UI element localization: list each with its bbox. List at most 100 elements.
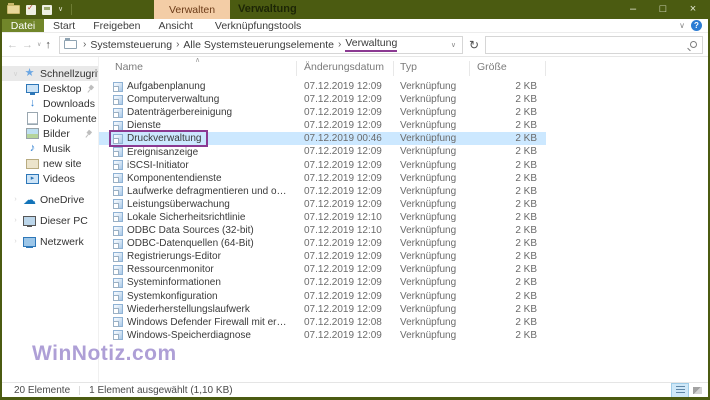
- qat-properties-icon[interactable]: [26, 3, 36, 15]
- breadcrumb-item[interactable]: Systemsteuerung: [90, 39, 172, 51]
- back-arrow-icon[interactable]: ←: [7, 39, 18, 51]
- breadcrumb-item[interactable]: Alle Systemsteuerungselemente: [183, 39, 334, 51]
- table-row[interactable]: Leistungsüberwachung 07.12.2019 12:09 Verk…: [99, 198, 546, 211]
- qat-customize-chevron-icon[interactable]: ∨: [58, 0, 63, 19]
- tab-freigeben[interactable]: Freigeben: [84, 19, 149, 32]
- file-name: ODBC-Datenquellen (64-Bit): [127, 238, 254, 250]
- file-name: Registrierungs-Editor: [127, 251, 221, 263]
- file-date: 07.12.2019 12:09: [304, 303, 382, 315]
- file-type: Verknüpfung: [400, 81, 457, 92]
- sidebar-item-musik[interactable]: ♪ Musik: [2, 141, 98, 156]
- sidebar-item-dokumente[interactable]: Dokumente: [2, 111, 98, 126]
- file-name-cell: Wiederherstellungslaufwerk: [111, 303, 255, 316]
- expand-chevron-icon[interactable]: ›: [12, 196, 19, 203]
- file-name: iSCSI-Initiator: [127, 159, 189, 171]
- table-row[interactable]: ODBC-Datenquellen (64-Bit) 07.12.2019 12:…: [99, 237, 546, 250]
- sidebar-item-bilder[interactable]: Bilder: [2, 126, 98, 141]
- file-size: 2 KB: [515, 238, 537, 250]
- sidebar-item-netzwerk[interactable]: › Netzwerk: [2, 234, 98, 249]
- column-separator[interactable]: [469, 61, 470, 76]
- help-icon[interactable]: ?: [691, 20, 702, 31]
- table-row[interactable]: Systeminformationen 07.12.2019 12:09 Verkn…: [99, 276, 546, 289]
- column-separator[interactable]: [545, 61, 546, 76]
- column-header-size[interactable]: Größe: [477, 61, 507, 73]
- file-name: Datenträgerbereinigung: [127, 107, 233, 119]
- expand-chevron-icon[interactable]: ∨: [12, 70, 19, 78]
- file-shortcut-icon: [113, 94, 123, 105]
- table-row[interactable]: Windows Defender Firewall mit erweiterte…: [99, 316, 546, 329]
- column-header-type[interactable]: Typ: [400, 61, 417, 73]
- large-icons-view-icon: [692, 386, 702, 394]
- table-row[interactable]: Computerverwaltung 07.12.2019 12:09 Verknü…: [99, 93, 546, 106]
- sidebar-item-new-site[interactable]: new site: [2, 156, 98, 171]
- tab-ansicht[interactable]: Ansicht: [149, 19, 201, 32]
- maximize-button[interactable]: □: [648, 0, 678, 19]
- table-row[interactable]: Ressourcenmonitor 07.12.2019 12:09 Verknüp…: [99, 263, 546, 276]
- refresh-icon[interactable]: ↻: [463, 38, 485, 52]
- sidebar-item-label: Schnellzugriff: [40, 67, 99, 80]
- this-pc-icon: [23, 215, 36, 227]
- sidebar-item-downloads[interactable]: ↓ Downloads: [2, 96, 98, 111]
- sidebar-item-videos[interactable]: Videos: [2, 171, 98, 186]
- file-list: ∧ Name Änderungsdatum Typ Größe Aufgaben…: [99, 57, 708, 382]
- forward-arrow-icon[interactable]: →: [22, 39, 33, 51]
- file-name-cell: Druckverwaltung: [108, 130, 209, 148]
- table-row[interactable]: iSCSI-Initiator 07.12.2019 12:09 Verknüpfu…: [99, 159, 546, 172]
- file-type: Verknüpfung: [400, 277, 457, 289]
- up-arrow-icon[interactable]: ↑: [45, 39, 51, 51]
- contextual-tab-group-header[interactable]: Verwalten: [154, 0, 230, 19]
- sidebar-item-desktop[interactable]: Desktop: [2, 81, 98, 96]
- table-row[interactable]: Ereignisanzeige 07.12.2019 12:09 Verknüpfu…: [99, 145, 546, 158]
- tab-datei[interactable]: Datei: [2, 19, 44, 32]
- table-row[interactable]: Komponentendienste 07.12.2019 12:09 Verknü…: [99, 172, 546, 185]
- table-row[interactable]: Datenträgerbereinigung 07.12.2019 12:09 Ve…: [99, 106, 546, 119]
- table-row[interactable]: Systemkonfiguration 07.12.2019 12:09 Verkn…: [99, 290, 546, 303]
- file-shortcut-icon: [113, 264, 123, 275]
- explorer-app-icon: [7, 3, 20, 14]
- column-separator[interactable]: [296, 61, 297, 76]
- table-row[interactable]: Wiederherstellungslaufwerk 07.12.2019 12:…: [99, 303, 546, 316]
- table-row[interactable]: Registrierungs-Editor 07.12.2019 12:09 Ver…: [99, 250, 546, 263]
- close-button[interactable]: ×: [678, 0, 708, 19]
- table-row[interactable]: Laufwerke defragmentieren und optimieren…: [99, 185, 546, 198]
- table-row[interactable]: Aufgabenplanung 07.12.2019 12:09 Verknüpfu…: [99, 80, 546, 93]
- history-chevron-icon[interactable]: ∨: [37, 41, 41, 48]
- tab-start[interactable]: Start: [44, 19, 84, 32]
- breadcrumb-item[interactable]: Verwaltung: [345, 37, 398, 52]
- address-field[interactable]: › Systemsteuerung › Alle Systemsteuerungsel…: [59, 35, 463, 54]
- sidebar-item-schnellzugriff[interactable]: ∨ ★ Schnellzugriff: [2, 66, 98, 81]
- column-separator[interactable]: [393, 61, 394, 76]
- column-header-name[interactable]: Name: [115, 61, 143, 73]
- sidebar-item-label: OneDrive: [40, 193, 85, 206]
- ribbon-collapse-chevron-icon[interactable]: ∨: [679, 21, 685, 30]
- file-size: 2 KB: [515, 277, 537, 289]
- table-row[interactable]: Lokale Sicherheitsrichtlinie 07.12.2019 1…: [99, 211, 546, 224]
- table-row[interactable]: Druckverwaltung 07.12.2019 00:46 Verknüpfu…: [99, 130, 546, 148]
- expand-chevron-icon[interactable]: ›: [12, 238, 19, 245]
- search-input[interactable]: [491, 38, 690, 51]
- file-date: 07.12.2019 12:09: [304, 159, 382, 171]
- details-view-button[interactable]: [671, 382, 689, 397]
- search-box: [485, 35, 703, 54]
- expand-chevron-icon[interactable]: ›: [12, 217, 19, 224]
- file-date: 07.12.2019 12:09: [304, 185, 382, 197]
- file-shortcut-icon: [113, 133, 123, 144]
- minimize-button[interactable]: –: [618, 0, 648, 19]
- file-date: 07.12.2019 12:09: [304, 81, 382, 92]
- large-icons-view-button[interactable]: [689, 384, 705, 397]
- tab-verknuepfungstools[interactable]: Verknüpfungstools: [206, 19, 310, 32]
- sidebar-item-onedrive[interactable]: › ☁ OneDrive: [2, 192, 98, 207]
- qat-new-folder-icon[interactable]: [42, 4, 52, 15]
- file-name-cell: ODBC-Datenquellen (64-Bit): [111, 237, 259, 250]
- table-row[interactable]: Dienste 07.12.2019 12:09 Verknüpfung 2 KB: [99, 119, 546, 132]
- column-header-date[interactable]: Änderungsdatum: [304, 61, 384, 73]
- table-row[interactable]: Windows-Speicherdiagnose 07.12.2019 12:09…: [99, 329, 546, 342]
- sidebar-item-label: Bilder: [43, 127, 70, 140]
- address-dropdown-chevron-icon[interactable]: ∨: [451, 41, 458, 49]
- table-row[interactable]: ODBC Data Sources (32-bit) 07.12.2019 12:…: [99, 224, 546, 237]
- file-name: ODBC Data Sources (32-bit): [127, 225, 254, 237]
- sidebar-item-dieser-pc[interactable]: › Dieser PC: [2, 213, 98, 228]
- file-date: 07.12.2019 12:09: [304, 198, 382, 210]
- file-size: 2 KB: [515, 316, 537, 328]
- breadcrumb-separator-icon: ›: [83, 39, 87, 50]
